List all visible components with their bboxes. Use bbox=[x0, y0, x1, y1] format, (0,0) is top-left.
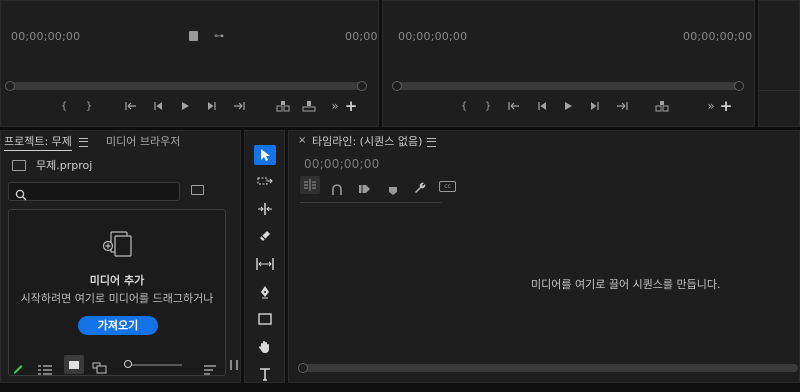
program-timecode-in[interactable]: 00;00;00;00 bbox=[398, 30, 467, 43]
source-scrub-bar[interactable] bbox=[5, 81, 367, 91]
panel-menu-icon[interactable] bbox=[79, 138, 88, 147]
zoom-slider-knob[interactable] bbox=[124, 360, 132, 368]
drop-title: 미디어 추가 bbox=[89, 274, 145, 287]
add-media-icon bbox=[101, 230, 135, 264]
program-timecode-out[interactable]: 00;00;00;00 bbox=[683, 30, 752, 43]
razor-tool-icon[interactable] bbox=[254, 226, 276, 246]
program-monitor-panel: 00;00;00;00 00;00;00;00 { } » + bbox=[382, 0, 755, 127]
timeline-panel: × 타임라인: (시퀀스 없음) 00;00;00;00 cc 미디어를 여기로… bbox=[288, 130, 800, 383]
tab-project[interactable]: 프로젝트: 무제 bbox=[4, 133, 72, 151]
list-view-icon[interactable] bbox=[38, 360, 52, 379]
more-icon[interactable]: » bbox=[703, 98, 719, 114]
scroll-start-knob[interactable] bbox=[298, 363, 308, 373]
drop-subtitle: 시작하려면 여기로 미디어를 드래그하거나 bbox=[20, 292, 214, 305]
pencil-icon[interactable] bbox=[12, 359, 24, 378]
project-tabbar: 프로젝트: 무제 미디어 브라우저 bbox=[0, 130, 241, 152]
scrub-start-knob[interactable] bbox=[392, 81, 402, 91]
scrub-end-knob[interactable] bbox=[734, 81, 744, 91]
project-file-row[interactable]: 무제.prproj bbox=[12, 158, 92, 172]
clip-icon[interactable] bbox=[189, 31, 198, 41]
program-scrub-bar[interactable] bbox=[392, 81, 744, 91]
add-marker-icon[interactable] bbox=[358, 180, 371, 199]
source-timecode-out[interactable]: 00;00 bbox=[345, 30, 378, 43]
more-icon[interactable]: » bbox=[327, 98, 343, 114]
track-select-tool-icon[interactable] bbox=[254, 172, 276, 192]
source-timecode-in[interactable]: 00;00;00;00 bbox=[11, 30, 80, 43]
panel-frame bbox=[758, 0, 800, 127]
go-to-in-icon[interactable] bbox=[123, 98, 139, 114]
ripple-edit-tool-icon[interactable] bbox=[254, 199, 276, 219]
timeline-timecode[interactable]: 00;00;00;00 bbox=[304, 157, 379, 171]
go-to-out-icon[interactable] bbox=[231, 98, 247, 114]
mark-out-icon[interactable]: } bbox=[480, 98, 496, 114]
freeform-view-icon[interactable] bbox=[92, 359, 108, 378]
folder-icon bbox=[12, 159, 26, 171]
slip-tool-icon[interactable] bbox=[254, 254, 276, 274]
mark-out-icon[interactable]: } bbox=[81, 98, 97, 114]
timeline-close-icon[interactable]: × bbox=[298, 135, 306, 146]
mark-in-icon[interactable]: { bbox=[456, 98, 472, 114]
timeline-empty-message: 미디어를 여기로 끌어 시퀀스를 만듭니다. bbox=[531, 278, 721, 291]
lift-icon[interactable] bbox=[654, 98, 670, 114]
selection-tool-icon[interactable] bbox=[254, 145, 276, 165]
linked-selection-icon[interactable] bbox=[331, 180, 343, 199]
add-icon[interactable]: + bbox=[718, 97, 734, 115]
add-icon[interactable]: + bbox=[343, 97, 359, 115]
pen-tool-icon[interactable] bbox=[254, 282, 276, 302]
media-drop-zone[interactable]: 미디어 추가 시작하려면 여기로 미디어를 드래그하거나 가져오기 bbox=[8, 209, 226, 376]
panel-divider bbox=[758, 90, 800, 91]
type-tool-icon[interactable] bbox=[254, 364, 276, 384]
time-ruler-line bbox=[300, 202, 442, 203]
search-input[interactable] bbox=[8, 182, 180, 201]
play-icon[interactable] bbox=[560, 98, 576, 114]
zoom-slider[interactable] bbox=[124, 360, 182, 368]
icon-view-icon[interactable] bbox=[64, 355, 84, 374]
extra-panel bbox=[758, 0, 800, 127]
sort-icon[interactable] bbox=[204, 360, 216, 379]
step-forward-icon[interactable] bbox=[204, 98, 220, 114]
marker-icon[interactable] bbox=[388, 181, 398, 200]
search-field[interactable] bbox=[31, 184, 179, 201]
step-back-icon[interactable] bbox=[150, 98, 166, 114]
captions-icon[interactable]: cc bbox=[439, 181, 456, 192]
source-monitor-panel: 00;00;00;00 00;00 ⊶ { } » + bbox=[0, 0, 379, 127]
mark-in-icon[interactable]: { bbox=[56, 98, 72, 114]
import-button[interactable]: 가져오기 bbox=[78, 316, 158, 335]
tab-media-browser[interactable]: 미디어 브라우저 bbox=[106, 133, 180, 149]
audio-waveform-icon[interactable]: ⊶ bbox=[214, 31, 224, 42]
tab-timeline[interactable]: 타임라인: (시퀀스 없음) bbox=[312, 133, 422, 149]
scrub-end-knob[interactable] bbox=[357, 81, 367, 91]
panel-menu-icon[interactable] bbox=[427, 138, 436, 147]
go-to-in-icon[interactable] bbox=[506, 98, 522, 114]
automate-icon[interactable] bbox=[230, 360, 238, 370]
project-file-name: 무제.prproj bbox=[36, 159, 93, 172]
play-icon[interactable] bbox=[177, 98, 193, 114]
rectangle-tool-icon[interactable] bbox=[254, 309, 276, 329]
wrench-icon[interactable] bbox=[413, 179, 426, 198]
snap-icon[interactable] bbox=[300, 176, 320, 194]
go-to-out-icon[interactable] bbox=[614, 98, 630, 114]
timeline-scroll-bar[interactable] bbox=[298, 363, 798, 373]
overwrite-icon[interactable] bbox=[301, 98, 317, 114]
step-back-icon[interactable] bbox=[534, 98, 550, 114]
step-forward-icon[interactable] bbox=[587, 98, 603, 114]
project-panel: 프로젝트: 무제 미디어 브라우저 무제.prproj 미디어 추가 시작하려면… bbox=[0, 130, 241, 383]
scrub-start-knob[interactable] bbox=[5, 81, 15, 91]
hand-tool-icon[interactable] bbox=[254, 337, 276, 357]
new-bin-icon[interactable] bbox=[191, 185, 204, 195]
insert-icon[interactable] bbox=[275, 98, 291, 114]
search-icon bbox=[15, 186, 27, 205]
